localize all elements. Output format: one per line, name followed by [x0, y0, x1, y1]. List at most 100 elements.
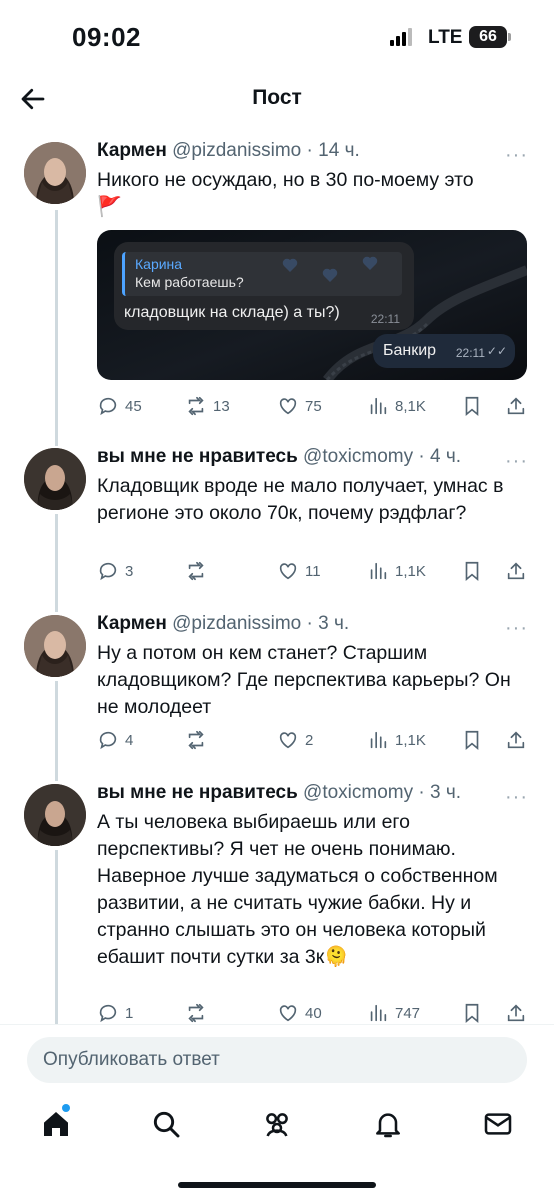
- like-count: 11: [305, 562, 321, 580]
- user-handle[interactable]: @pizdanissimo: [172, 613, 301, 634]
- reply-input[interactable]: Опубликовать ответ: [27, 1037, 527, 1083]
- tweet-text: Ну а потом он кем станет? Старшим кладов…: [97, 642, 511, 718]
- views-count: 8,1K: [395, 397, 426, 415]
- like-icon: [279, 398, 297, 415]
- status-time: 09:02: [72, 22, 141, 52]
- status-bar: 09:02 LTE 66: [0, 0, 554, 72]
- bookmark-button[interactable]: [461, 1000, 483, 1026]
- top-nav: Пост: [0, 72, 554, 128]
- share-button[interactable]: [505, 727, 527, 753]
- tweet[interactable]: Кармен @pizdanissimo · 14 ч. ··· Никого …: [0, 140, 554, 420]
- bookmark-button[interactable]: [461, 727, 483, 753]
- network-label: LTE: [428, 27, 463, 48]
- more-options-icon[interactable]: ···: [505, 450, 528, 473]
- reply-count: 1: [125, 1004, 134, 1022]
- display-name[interactable]: вы мне не нравитесь: [97, 782, 298, 803]
- tweet-text: А ты человека выбираешь или его перспект…: [97, 811, 498, 968]
- like-count: 75: [305, 397, 322, 415]
- battery-icon: 66: [469, 26, 507, 48]
- like-icon: [279, 1005, 297, 1022]
- notification-dot: [62, 1104, 70, 1112]
- reply-placeholder: Опубликовать ответ: [43, 1049, 220, 1070]
- share-icon: [507, 731, 525, 749]
- reply-button[interactable]: 4: [97, 727, 133, 753]
- views-button[interactable]: 8,1K: [367, 393, 426, 419]
- hearts-pattern-icon: [282, 256, 378, 282]
- tweet-header: Кармен @pizdanissimo · 14 ч.: [97, 140, 360, 162]
- communities-icon[interactable]: [261, 1108, 293, 1140]
- like-icon: [279, 563, 297, 580]
- more-options-icon[interactable]: ···: [505, 144, 528, 167]
- avatar[interactable]: [24, 448, 86, 510]
- tweet[interactable]: вы мне не нравитесь @toxicmomy · 4 ч. ··…: [0, 446, 554, 586]
- home-icon[interactable]: [40, 1104, 72, 1140]
- user-handle[interactable]: @pizdanissimo: [172, 140, 301, 161]
- chat-out-time: 22:11: [455, 346, 485, 360]
- tweet[interactable]: вы мне не нравитесь @toxicmomy · 3 ч. ··…: [0, 782, 554, 1024]
- display-name[interactable]: вы мне не нравитесь: [97, 446, 298, 467]
- display-name[interactable]: Кармен: [97, 140, 167, 161]
- reply-button[interactable]: 3: [97, 558, 133, 584]
- avatar[interactable]: [24, 615, 86, 677]
- reply-count: 3: [125, 562, 134, 580]
- messages-icon[interactable]: [482, 1108, 514, 1140]
- retweet-button[interactable]: [185, 1000, 207, 1026]
- views-count: 747: [395, 1004, 421, 1022]
- user-handle[interactable]: @toxicmomy: [303, 446, 413, 467]
- views-count: 1,1K: [395, 562, 426, 580]
- views-button[interactable]: 1,1K: [367, 727, 426, 753]
- reply-button[interactable]: 45: [97, 393, 142, 419]
- retweet-count: 13: [213, 397, 230, 415]
- share-button[interactable]: [505, 1000, 527, 1026]
- signal-icon: [390, 28, 416, 46]
- share-button[interactable]: [505, 558, 527, 584]
- search-icon[interactable]: [150, 1108, 182, 1140]
- chat-reply-text: кладовщик на складе) а ты?): [124, 304, 340, 321]
- views-count: 1,1K: [395, 731, 426, 749]
- reply-icon: [99, 731, 117, 750]
- page-title: Пост: [252, 86, 302, 109]
- tweet-text: Никого не осуждаю, но в 30 по-моему это …: [97, 167, 517, 221]
- reply-icon: [99, 397, 117, 416]
- tweet-actions: 45 13 75 8,1K: [97, 393, 527, 419]
- bookmark-icon: [465, 396, 479, 417]
- tweet-image[interactable]: Карина Кем работаешь? кладовщик на склад…: [97, 230, 527, 380]
- share-button[interactable]: [505, 393, 527, 419]
- timestamp: · 4 ч.: [418, 446, 462, 467]
- like-button[interactable]: 75: [277, 393, 322, 419]
- tweet-header: вы мне не нравитесь @toxicmomy · 3 ч.: [97, 782, 461, 804]
- views-button[interactable]: 747: [367, 1000, 420, 1026]
- reply-icon: [99, 1004, 117, 1023]
- bookmark-button[interactable]: [461, 558, 483, 584]
- reply-count: 4: [125, 731, 134, 749]
- tweet-header: Кармен @pizdanissimo · 3 ч.: [97, 613, 349, 635]
- notifications-icon[interactable]: [372, 1108, 404, 1140]
- bottom-tab-bar: [0, 1100, 554, 1152]
- display-name[interactable]: Кармен: [97, 613, 167, 634]
- tweet-actions: 1 40 747: [97, 1000, 527, 1026]
- user-handle[interactable]: @toxicmomy: [303, 782, 413, 803]
- retweet-button[interactable]: [185, 727, 207, 753]
- retweet-button[interactable]: [185, 558, 207, 584]
- retweet-button[interactable]: 13: [185, 393, 230, 419]
- red-flag-emoji: 🚩: [97, 196, 122, 218]
- like-button[interactable]: 40: [277, 1000, 322, 1026]
- avatar[interactable]: [24, 142, 86, 204]
- views-button[interactable]: 1,1K: [367, 558, 426, 584]
- retweet-icon: [188, 1003, 204, 1023]
- share-icon: [507, 397, 525, 415]
- views-icon: [370, 397, 387, 415]
- retweet-icon: [188, 561, 204, 581]
- avatar[interactable]: [24, 784, 86, 846]
- bookmark-icon: [465, 730, 479, 751]
- tweet-text-body: Никого не осуждаю, но в 30 по-моему это: [97, 169, 474, 191]
- bookmark-button[interactable]: [461, 393, 483, 419]
- like-button[interactable]: 11: [277, 558, 321, 584]
- like-button[interactable]: 2: [277, 727, 313, 753]
- more-options-icon[interactable]: ···: [505, 786, 528, 809]
- chat-bubble-incoming: Карина Кем работаешь? кладовщик на склад…: [114, 242, 414, 330]
- retweet-icon: [188, 396, 204, 416]
- more-options-icon[interactable]: ···: [505, 617, 528, 640]
- tweet[interactable]: Кармен @pizdanissimo · 3 ч. ··· Ну а пот…: [0, 613, 554, 753]
- reply-button[interactable]: 1: [97, 1000, 133, 1026]
